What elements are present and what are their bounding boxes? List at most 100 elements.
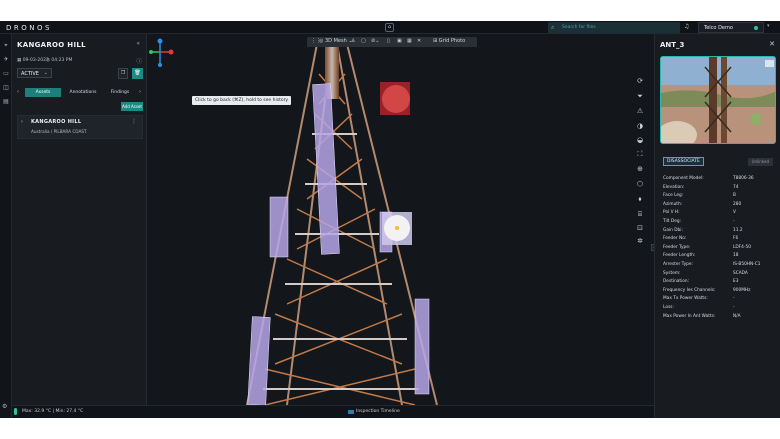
map-pin-icon[interactable]: ⌖ [2, 42, 10, 50]
document-icon[interactable]: ▯ [387, 38, 390, 44]
refresh-icon[interactable]: ⟳ [635, 76, 645, 86]
property-value: - [733, 305, 735, 310]
settings-icon[interactable]: ⚙ [2, 403, 7, 410]
photo-thumbnail [661, 57, 775, 143]
filter-icon[interactable]: ⏷ [635, 91, 645, 101]
cube-icon[interactable]: ⬡ [635, 179, 645, 189]
tab-annotations[interactable]: Annotations [66, 88, 100, 97]
thermometer-icon [14, 408, 17, 415]
search-icon: ⌕ [551, 24, 555, 31]
info-icon[interactable]: ⓘ [136, 57, 142, 65]
asset-tree-item[interactable]: › KANGAROO HILL Australia / PILBARA COAS… [17, 115, 143, 139]
antenna-overlay[interactable] [247, 316, 271, 405]
property-value: N/A [733, 313, 741, 319]
layer-alt-icon[interactable]: ◒ [635, 135, 645, 145]
property-label: Face Leg: [663, 193, 684, 199]
tower-scene[interactable] [147, 34, 654, 405]
property-label: Frequency Ies Channels: [663, 287, 716, 293]
property-row: Destination: E3 [663, 279, 775, 287]
property-value: 280 [733, 201, 742, 207]
inspection-time: ◷ 04:23 PM [46, 58, 73, 63]
layers-icon[interactable]: ◫ [2, 84, 10, 92]
component-title: ANT_3 [660, 41, 685, 49]
chevron-right-icon[interactable]: › [21, 119, 23, 125]
panel-tabs: ‹ Assets Annotations Findings › [17, 88, 143, 97]
search-box[interactable]: ⌕ Search for files [548, 22, 680, 33]
chevron-right-icon[interactable]: › [139, 89, 141, 95]
property-label: Max Tx Power Watts: [663, 296, 708, 302]
axis-gizmo[interactable] [149, 38, 174, 68]
target-icon[interactable]: ⊕ [635, 164, 645, 174]
status-select[interactable]: ACTIVE ⌄ [17, 68, 52, 78]
property-value: B [733, 193, 736, 199]
notification-icon[interactable]: ♫ [684, 23, 689, 30]
crop-icon[interactable]: ⛶ [635, 149, 645, 159]
collapse-icon[interactable]: « [136, 40, 140, 47]
property-row: Max Power In Ant Watts: N/A [663, 314, 775, 322]
property-label: Component Model: [663, 176, 704, 181]
app-logo[interactable]: DRONOS [6, 24, 52, 32]
antenna-overlay[interactable] [414, 298, 430, 395]
settings-icon[interactable]: ✲ [635, 236, 645, 246]
close-mesh-icon[interactable]: ✕ [417, 38, 421, 44]
camera-icon[interactable]: ⌸ [635, 209, 645, 219]
antenna-overlay[interactable] [269, 196, 289, 258]
camera-alt-icon[interactable]: ⊡ [635, 223, 645, 233]
inspection-timeline-button[interactable]: Inspection Timeline [356, 409, 400, 414]
selected-marker [395, 226, 399, 230]
chevron-down-icon[interactable]: ▾ [767, 23, 770, 29]
property-label: Pol V H: [663, 210, 680, 216]
site-panel: KANGAROO HILL « ▦ 09-03-2023 ◷ 04:23 PM … [12, 34, 147, 405]
unlinked-button[interactable]: Unlinked [747, 158, 773, 166]
delete-button[interactable]: 🗑 [132, 68, 143, 79]
box-select-icon[interactable]: ▢ [361, 38, 366, 44]
property-row: Gain Dbi: 11.2 [663, 228, 775, 236]
3d-viewport[interactable]: ⋮⋮ ◎ 3D Mesh ⌄ ♙ ▢ ⊘⌄ ▯ ▣ ▦ ✕ ⊞ Grid Pho… [147, 34, 654, 405]
grid-icon[interactable]: ▦ [407, 38, 412, 44]
search-input[interactable]: Search for files [562, 25, 596, 30]
property-value: 11.2 [733, 227, 743, 233]
workspace-icon[interactable]: ⌂ [385, 23, 394, 32]
layer-icon[interactable]: ◑ [635, 121, 645, 131]
property-value: 18 [733, 253, 739, 259]
property-row: Component Model: T8806-36 [663, 176, 775, 184]
tab-findings[interactable]: Findings [105, 88, 135, 97]
online-status-icon [754, 26, 758, 30]
copy-button[interactable]: ❐ [118, 68, 128, 79]
add-asset-button[interactable]: Add Asset [121, 102, 143, 111]
monitor-icon[interactable]: ▭ [2, 70, 10, 78]
drone-icon[interactable]: ✈ [2, 56, 10, 64]
measure-icon[interactable]: ⚠ [635, 106, 645, 116]
property-row: Feeder Type: LDF4-50 [663, 245, 775, 253]
property-label: Elevation: [663, 184, 685, 190]
component-photo[interactable] [660, 56, 776, 144]
property-row: Face Leg: B [663, 193, 775, 201]
grid-photo-button[interactable]: ⊞ Grid Photo [433, 38, 465, 44]
alert-dish[interactable] [382, 85, 410, 113]
temperature-readout: Max: 32.9 °C | Min: 27.4 °C [22, 409, 84, 414]
app-window: DRONOS ⌂ ⌕ Search for files ♫ Telco Demo… [0, 21, 780, 418]
link-icon[interactable]: ⊘⌄ [371, 38, 379, 44]
property-value: 900MHz [733, 287, 751, 293]
property-row: Pol V H: V [663, 210, 775, 218]
history-tooltip: Click to go back (⌘Z), hold to see histo… [192, 96, 292, 105]
image-icon[interactable]: ▣ [397, 38, 402, 44]
chevron-left-icon[interactable]: ‹ [17, 89, 19, 95]
more-icon[interactable]: ⋮ [131, 118, 137, 125]
mesh-toggle[interactable]: ◎ 3D Mesh ⌄ [319, 38, 353, 44]
user-name: Telco Demo [704, 25, 733, 31]
chevron-down-icon: ⌄ [43, 70, 48, 76]
compass-icon[interactable]: ⬧ [635, 194, 645, 204]
disassociate-button[interactable]: DISASSOCIATE [663, 157, 704, 166]
property-row: System: SCADA [663, 271, 775, 279]
property-row: Feeder Length: 18 [663, 253, 775, 261]
close-icon[interactable]: ✕ [769, 40, 775, 48]
report-icon[interactable]: ▤ [2, 98, 10, 106]
property-value: SCADA [733, 270, 748, 276]
property-row: Loss: - [663, 305, 775, 313]
property-row: Tilt Deg: - [663, 219, 775, 227]
tab-assets[interactable]: Assets [25, 88, 61, 97]
user-menu[interactable]: Telco Demo [698, 22, 764, 33]
person-icon[interactable]: ♙ [351, 38, 355, 44]
property-label: Max Power In Ant Watts: [663, 313, 716, 319]
